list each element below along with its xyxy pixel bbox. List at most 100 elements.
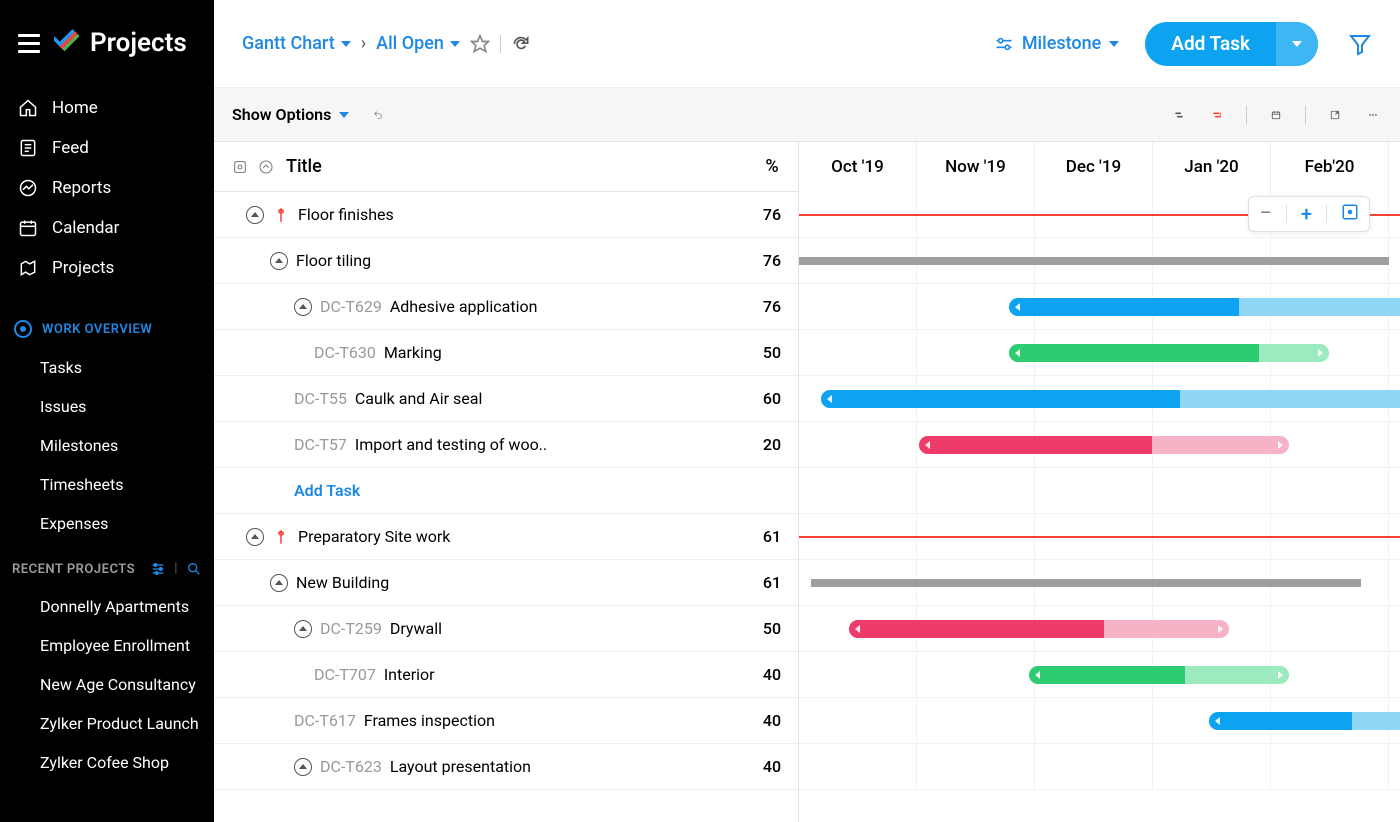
task-row[interactable]: Preparatory Site work61 — [214, 514, 798, 560]
nav-item-calendar[interactable]: Calendar — [0, 208, 214, 248]
collapse-all-icon[interactable] — [258, 159, 274, 175]
reports-icon — [18, 178, 38, 198]
task-bar[interactable] — [1029, 666, 1289, 684]
calendar-icon[interactable] — [1267, 106, 1285, 124]
chart-row[interactable] — [799, 330, 1400, 376]
task-bar[interactable] — [821, 390, 1400, 408]
star-icon[interactable] — [470, 34, 490, 54]
task-row[interactable]: Floor finishes76 — [214, 192, 798, 238]
percent-column-header[interactable]: % — [746, 156, 798, 177]
nav-item-home[interactable]: Home — [0, 88, 214, 128]
summary-bar[interactable] — [811, 579, 1361, 587]
collapse-icon[interactable] — [294, 298, 312, 316]
task-title: Preparatory Site work — [298, 527, 746, 546]
search-icon[interactable] — [186, 561, 202, 577]
task-row[interactable]: DC-T259 Drywall50 — [214, 606, 798, 652]
task-row[interactable]: DC-T623 Layout presentation40 — [214, 744, 798, 790]
collapse-icon[interactable] — [246, 528, 264, 546]
add-task-split[interactable] — [1276, 22, 1318, 66]
recent-project-item[interactable]: Zylker Product Launch — [0, 704, 214, 743]
task-bar[interactable] — [1209, 712, 1400, 730]
chart-row[interactable] — [799, 744, 1400, 790]
task-percent: 40 — [746, 711, 798, 730]
add-task-button[interactable]: Add Task — [1145, 22, 1318, 66]
chart-row[interactable] — [799, 284, 1400, 330]
sidebar: Projects HomeFeedReportsCalendarProjects… — [0, 0, 214, 822]
chart-row[interactable] — [799, 468, 1400, 514]
refresh-icon[interactable] — [511, 34, 531, 54]
separator — [1246, 106, 1247, 124]
task-progress — [821, 390, 1180, 408]
gantt-chart[interactable] — [799, 192, 1400, 790]
chart-row[interactable] — [799, 514, 1400, 560]
recent-project-item[interactable]: Zylker Cofee Shop — [0, 743, 214, 782]
task-row[interactable]: DC-T55 Caulk and Air seal60 — [214, 376, 798, 422]
task-row[interactable]: DC-T629 Adhesive application76 — [214, 284, 798, 330]
arrow-right-icon — [1278, 671, 1283, 679]
task-code: DC-T55 — [294, 389, 347, 408]
chart-row[interactable] — [799, 560, 1400, 606]
add-task-row[interactable]: Add Task — [214, 468, 798, 514]
nav-item-reports[interactable]: Reports — [0, 168, 214, 208]
filter-icon[interactable] — [1348, 32, 1372, 56]
task-row[interactable]: New Building61 — [214, 560, 798, 606]
work-item-issues[interactable]: Issues — [0, 387, 214, 426]
section-work-overview[interactable]: WORK OVERVIEW — [0, 308, 214, 348]
zoom-out-button[interactable]: − — [1259, 203, 1272, 225]
work-item-timesheets[interactable]: Timesheets — [0, 465, 214, 504]
work-item-expenses[interactable]: Expenses — [0, 504, 214, 543]
chart-row[interactable] — [799, 238, 1400, 284]
recent-project-item[interactable]: New Age Consultancy — [0, 665, 214, 704]
critical-path-icon[interactable] — [1208, 106, 1226, 124]
breadcrumb-filter[interactable]: All Open — [376, 33, 460, 54]
summary-bar[interactable] — [799, 257, 1389, 265]
expand-icon[interactable] — [1326, 106, 1344, 124]
settings-icon[interactable] — [232, 159, 248, 175]
recent-project-item[interactable]: Donnelly Apartments — [0, 587, 214, 626]
show-options[interactable]: Show Options — [232, 105, 349, 124]
breadcrumb-view[interactable]: Gantt Chart — [242, 33, 351, 54]
task-row[interactable]: DC-T630 Marking50 — [214, 330, 798, 376]
task-row[interactable]: Floor tiling76 — [214, 238, 798, 284]
task-row[interactable]: DC-T57 Import and testing of woo..20 — [214, 422, 798, 468]
collapse-icon[interactable] — [246, 206, 264, 224]
chart-row[interactable] — [799, 376, 1400, 422]
task-row[interactable]: DC-T707 Interior40 — [214, 652, 798, 698]
milestone-dropdown[interactable]: Milestone — [994, 33, 1119, 54]
milestone-bar[interactable] — [799, 536, 1400, 538]
task-bar[interactable] — [849, 620, 1229, 638]
chart-row[interactable] — [799, 606, 1400, 652]
zoom-fit-button[interactable] — [1341, 203, 1359, 225]
timeline-month: Oct '19 — [799, 142, 917, 192]
work-item-tasks[interactable]: Tasks — [0, 348, 214, 387]
collapse-icon[interactable] — [294, 758, 312, 776]
app-logo[interactable]: Projects — [54, 28, 187, 58]
collapse-icon[interactable] — [294, 620, 312, 638]
task-percent: 50 — [746, 343, 798, 362]
work-item-milestones[interactable]: Milestones — [0, 426, 214, 465]
chart-row[interactable] — [799, 422, 1400, 468]
task-bar[interactable] — [919, 436, 1289, 454]
nav-item-projects[interactable]: Projects — [0, 248, 214, 288]
menu-toggle[interactable] — [18, 34, 40, 53]
chart-row[interactable] — [799, 652, 1400, 698]
task-bar[interactable] — [1009, 344, 1329, 362]
task-row[interactable]: DC-T617 Frames inspection40 — [214, 698, 798, 744]
nav-item-feed[interactable]: Feed — [0, 128, 214, 168]
arrow-left-icon — [925, 441, 930, 449]
chart-row[interactable] — [799, 698, 1400, 744]
baseline-icon[interactable] — [1170, 106, 1188, 124]
task-code: DC-T707 — [314, 665, 376, 684]
arrow-left-icon — [855, 625, 860, 633]
task-title: DC-T629 Adhesive application — [320, 297, 746, 316]
task-bar[interactable] — [1009, 298, 1400, 316]
collapse-icon[interactable] — [270, 252, 288, 270]
zoom-in-button[interactable]: + — [1301, 204, 1312, 224]
title-column-header[interactable]: Title — [286, 156, 734, 177]
arrow-right-icon — [1278, 441, 1283, 449]
undo-icon[interactable] — [369, 106, 387, 124]
collapse-icon[interactable] — [270, 574, 288, 592]
recent-project-item[interactable]: Employee Enrollment — [0, 626, 214, 665]
sliders-icon[interactable] — [150, 561, 166, 577]
more-icon[interactable] — [1364, 106, 1382, 124]
